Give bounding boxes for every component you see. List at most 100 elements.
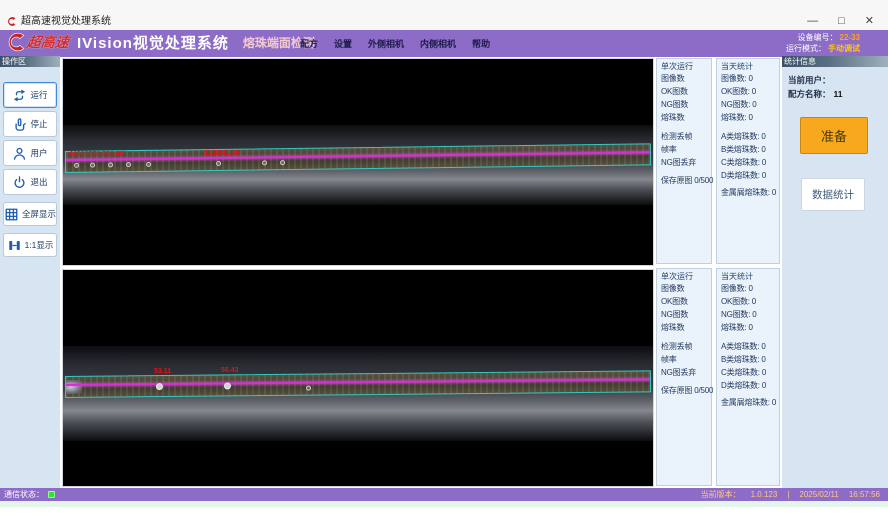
device-info: 设备编号：22-33 运行模式：手动调试: [786, 32, 860, 54]
prepare-button[interactable]: 准备: [800, 117, 868, 154]
stat-row: NG图丢弃: [661, 366, 707, 379]
main-menu: 配方 设置 外侧相机 内侧相机 帮助: [300, 30, 490, 57]
stat-row: NG图数: [661, 308, 707, 321]
version-value: 1.0.123: [751, 490, 778, 499]
fullscreen-grid-icon: [4, 207, 19, 222]
single-run-stats-group-top: 单次运行 图像数OK图数NG图数熔珠数检测丢帧帧率NG图丢弃保存原图0/500: [656, 58, 712, 264]
status-bar: 通信状态： 当前版本： 1.0.123 | 2025/02/11 16:57:5…: [0, 488, 888, 501]
status-time: 16:57:56: [849, 490, 880, 499]
hand-stop-icon: [12, 117, 27, 132]
stat-row: OK图数: [661, 85, 707, 98]
info-panel-title: 统计信息: [782, 56, 888, 67]
current-user-label: 当前用户：: [788, 75, 831, 85]
app-logo-icon: [6, 16, 17, 27]
statistics-info-panel: 统计信息 当前用户： 配方名称：11 准备 数据统计: [782, 56, 888, 488]
device-number-label: 设备编号：: [798, 33, 838, 42]
stat-row: OK图数: [661, 295, 707, 308]
today-stats-group-bottom: 当天统计 图像数:0OK图数:0NG图数:0熔珠数:0A类熔珠数:0B类熔珠数:…: [716, 268, 780, 486]
stat-row: OK图数:0: [721, 85, 775, 98]
group-title: 当天统计: [721, 271, 753, 282]
status-separator: |: [787, 490, 789, 499]
stat-row: 保存原图0/500: [661, 174, 707, 187]
group-title: 当天统计: [721, 61, 753, 72]
minimize-icon[interactable]: —: [807, 16, 818, 27]
measurement-annotation: 56.43: [221, 367, 239, 374]
stat-row: A类熔珠数:0: [721, 340, 775, 353]
run-button-label: 运行: [30, 89, 47, 101]
page-title: IVision视觉处理系统: [77, 32, 229, 53]
stat-row: 熔珠数:0: [721, 321, 775, 334]
recipe-name-value: 11: [834, 89, 843, 99]
stop-button-label: 停止: [30, 118, 47, 130]
app-window: 超高速视觉处理系统 — □ ✕ 超高速 IVision视觉处理系统 熔珠端面检测…: [0, 0, 888, 522]
stat-row: 保存原图0/500: [661, 384, 707, 397]
window-titlebar: 超高速视觉处理系统 — □ ✕: [0, 0, 888, 30]
exit-button-label: 退出: [30, 176, 47, 188]
group-title: 单次运行: [661, 271, 693, 282]
stat-row: B类熔珠数:0: [721, 353, 775, 366]
stop-button[interactable]: 停止: [3, 111, 57, 137]
user-button[interactable]: 用户: [3, 140, 57, 166]
group-title: 单次运行: [661, 61, 693, 72]
comm-status-label: 通信状态：: [4, 489, 44, 500]
comm-status-indicator: [48, 491, 55, 498]
stat-row: 帧率: [661, 353, 707, 366]
user-icon: [12, 146, 27, 161]
maximize-icon[interactable]: □: [838, 16, 845, 27]
run-mode-value: 手动调试: [828, 44, 860, 53]
stat-row: NG图数: [661, 98, 707, 111]
stat-row: 图像数: [661, 282, 707, 295]
measurement-annotation: 53.11: [154, 368, 171, 375]
sync-run-icon: [12, 88, 27, 103]
power-icon: [12, 175, 27, 190]
run-mode-label: 运行模式：: [786, 44, 826, 53]
stat-row: 熔珠数: [661, 111, 707, 124]
stat-row: D类熔珠数:0: [721, 379, 775, 392]
camera-view-top[interactable]: 44868579.531.49 31.5341.49: [62, 58, 654, 266]
menu-item[interactable]: 设置: [334, 37, 352, 50]
stat-row: NG图丢弃: [661, 156, 707, 169]
user-button-label: 用户: [30, 147, 47, 159]
stat-row: A类熔珠数:0: [721, 130, 775, 143]
fullscreen-button[interactable]: 全屏显示: [3, 202, 57, 226]
operation-sidebar: 操作区 运行 停止 用户: [0, 56, 60, 488]
app-header: 超高速 IVision视觉处理系统 熔珠端面检测 配方设置外侧相机内侧相机帮助 …: [0, 30, 888, 57]
stat-row: 金属屑熔珠数:0: [721, 186, 775, 199]
close-icon[interactable]: ✕: [865, 16, 874, 27]
stat-row: B类熔珠数:0: [721, 143, 775, 156]
menu-item[interactable]: 内侧相机: [420, 37, 456, 50]
brand-swoosh-icon: [5, 31, 27, 53]
menu-item[interactable]: 帮助: [472, 37, 490, 50]
stat-row: 帧率: [661, 143, 707, 156]
stat-row: 图像数:0: [721, 282, 775, 295]
stat-row: NG图数:0: [721, 308, 775, 321]
device-number-value: 22-33: [840, 33, 860, 42]
stat-row: 金属屑熔珠数:0: [721, 396, 775, 409]
recipe-name-label: 配方名称：: [788, 89, 831, 99]
menu-item[interactable]: 配方: [300, 37, 318, 50]
camera-view-bottom[interactable]: 53.11 56.43: [62, 269, 654, 487]
brand-name: 超高速: [26, 32, 71, 52]
one-to-one-button[interactable]: 1:1显示: [3, 233, 57, 257]
brand-logo: 超高速 IVision视觉处理系统 熔珠端面检测: [5, 31, 315, 53]
stat-row: 图像数:0: [721, 72, 775, 85]
version-label: 当前版本：: [701, 489, 741, 500]
stat-row: 检测丢帧: [661, 340, 707, 353]
today-stats-group-top: 当天统计 图像数:0OK图数:0NG图数:0熔珠数:0 A类熔珠数:0B类熔珠数:…: [716, 58, 780, 264]
exit-button[interactable]: 退出: [3, 169, 57, 195]
one-to-one-button-label: 1:1显示: [25, 239, 54, 251]
stat-row: 熔珠数:0: [721, 111, 775, 124]
bead-centerline-overlay: [66, 151, 650, 161]
bead-centerline-overlay: [66, 378, 650, 386]
window-title: 超高速视觉处理系统: [21, 12, 111, 27]
data-statistics-button[interactable]: 数据统计: [801, 178, 865, 211]
single-run-stats-group-bottom: 单次运行 图像数OK图数NG图数熔珠数检测丢帧帧率NG图丢弃保存原图0/500: [656, 268, 712, 486]
stat-row: 图像数: [661, 72, 707, 85]
stat-row: C类熔珠数:0: [721, 366, 775, 379]
fullscreen-button-label: 全屏显示: [22, 208, 56, 220]
stat-row: NG图数:0: [721, 98, 775, 111]
menu-item[interactable]: 外侧相机: [368, 37, 404, 50]
status-date: 2025/02/11: [799, 490, 838, 499]
bottom-strip: [0, 501, 888, 507]
run-button[interactable]: 运行: [3, 82, 57, 108]
